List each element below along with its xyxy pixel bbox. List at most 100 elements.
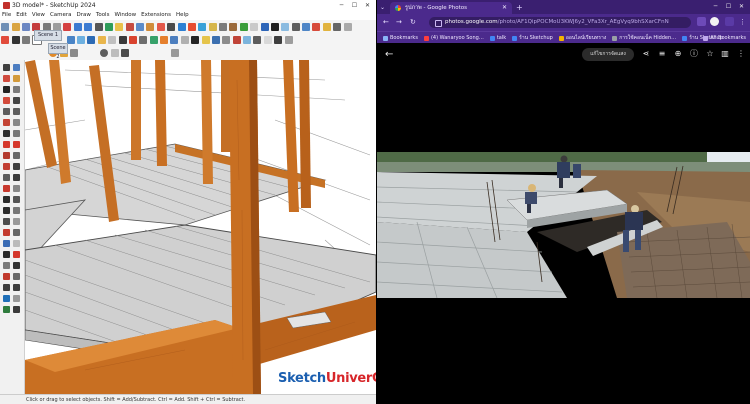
eraser-tool-icon[interactable]	[3, 75, 10, 82]
look-around-icon[interactable]	[243, 35, 252, 44]
axes-icon[interactable]	[260, 22, 269, 31]
label-icon[interactable]	[274, 35, 283, 44]
line-tool-icon[interactable]	[3, 86, 10, 93]
menu-extensions[interactable]: Extensions	[141, 11, 171, 20]
new-file-icon[interactable]	[1, 22, 10, 31]
xray-icon[interactable]	[108, 35, 117, 44]
3d-text-icon[interactable]	[13, 185, 20, 192]
move-icon[interactable]	[177, 22, 186, 31]
back-arrow-icon[interactable]: ←	[385, 49, 393, 61]
chrome-maximize-button[interactable]: ☐	[722, 0, 735, 14]
pan-tool-icon[interactable]	[13, 196, 20, 203]
shadow-icon[interactable]	[128, 35, 137, 44]
menu-draw[interactable]: Draw	[77, 11, 91, 20]
pie-icon[interactable]	[13, 119, 20, 126]
bookmark-item[interactable]: การใช้คอนเน็ค Hidden…	[612, 34, 676, 42]
extension-icon-1[interactable]	[697, 17, 706, 26]
tab-google-photos[interactable]: รูปภาพ - Google Photos ✕	[390, 2, 512, 14]
split-icon[interactable]	[13, 306, 20, 313]
menu-edit[interactable]: Edit	[16, 11, 27, 20]
polygon-tool-icon[interactable]	[121, 49, 130, 57]
scene-tab-1[interactable]: Scene 1	[34, 30, 62, 41]
materials-icon[interactable]	[201, 35, 210, 44]
lasso-icon[interactable]	[13, 64, 20, 71]
paint-bucket-icon[interactable]	[146, 22, 155, 31]
bookmark-item[interactable]: ร้าน Sketchup	[512, 34, 553, 42]
extensions-puzzle-icon[interactable]	[725, 17, 734, 26]
solid-tools-icon[interactable]	[160, 35, 169, 44]
menu-window[interactable]: Window	[114, 11, 136, 20]
more-options-icon[interactable]: ⋮	[737, 50, 745, 58]
flip-icon[interactable]	[3, 273, 10, 280]
grid-icon[interactable]	[69, 49, 78, 57]
favorite-icon[interactable]: ☆	[706, 50, 714, 58]
text-icon[interactable]	[250, 22, 259, 31]
rotated-rect-icon[interactable]	[13, 97, 20, 104]
chrome-menu-icon[interactable]: ⋮	[739, 18, 746, 27]
share-icon[interactable]: ⋖	[642, 50, 650, 58]
union-icon[interactable]	[3, 295, 10, 302]
follow-me-icon[interactable]	[208, 22, 217, 31]
scale-tool-icon[interactable]	[3, 152, 10, 159]
minimize-button[interactable]: ─	[335, 0, 348, 11]
select-icon[interactable]	[115, 22, 124, 31]
chrome-minimize-button[interactable]: ─	[709, 0, 722, 14]
iso-view-icon[interactable]	[87, 35, 96, 44]
tags-icon[interactable]	[180, 35, 189, 44]
protractor-icon[interactable]	[239, 22, 248, 31]
trim-icon[interactable]	[3, 306, 10, 313]
select-tool-icon[interactable]	[3, 64, 10, 71]
orbit-tool-icon[interactable]	[3, 196, 10, 203]
erase-icon[interactable]	[63, 22, 72, 31]
followme-tool-icon[interactable]	[13, 130, 20, 137]
delete-icon[interactable]: ▥	[721, 50, 729, 58]
add-detail-icon[interactable]	[13, 273, 20, 280]
walk-tool-icon[interactable]	[3, 240, 10, 247]
outer-shell-icon[interactable]	[3, 284, 10, 291]
zoom-in-icon[interactable]: ⊕	[674, 50, 682, 58]
position-cam-icon[interactable]	[3, 229, 10, 236]
menu-tools[interactable]: Tools	[96, 11, 110, 20]
style-icon[interactable]	[343, 22, 352, 31]
front-view-icon[interactable]	[77, 35, 86, 44]
stamp-icon[interactable]	[3, 262, 10, 269]
shaded-icon[interactable]	[97, 35, 106, 44]
modeling-viewport[interactable]: SketchUniverCity	[25, 60, 376, 394]
intersect-icon[interactable]	[13, 284, 20, 291]
pushpull-tool-icon[interactable]	[3, 130, 10, 137]
walk-icon[interactable]	[232, 35, 241, 44]
rect-tool-icon[interactable]	[3, 97, 10, 104]
edit-lighting-button[interactable]: แก้ไขการจัดแสง	[582, 48, 634, 61]
section-fill-icon[interactable]	[284, 35, 293, 44]
undo-icon[interactable]	[73, 22, 82, 31]
components-icon[interactable]	[136, 22, 145, 31]
section-tool-icon[interactable]	[13, 240, 20, 247]
zoom-window-icon[interactable]	[13, 207, 20, 214]
bookmark-item[interactable]: ออนไลน์เรียนทราง	[558, 34, 606, 42]
freehand-icon[interactable]	[13, 86, 20, 93]
all-bookmarks[interactable]: All Bookmarks	[703, 35, 746, 41]
section-plane-icon[interactable]	[21, 35, 30, 44]
circle-icon[interactable]	[3, 108, 10, 115]
rotate-tool-icon[interactable]	[13, 141, 20, 148]
info-icon[interactable]: ⓘ	[690, 50, 698, 58]
circle-tool-icon[interactable]	[100, 49, 109, 57]
print-icon[interactable]	[94, 22, 103, 31]
zoom-extents-icon[interactable]	[302, 22, 311, 31]
maximize-button[interactable]: ☐	[348, 0, 361, 11]
menu-file[interactable]: File	[2, 11, 11, 20]
tape-tool-icon[interactable]	[3, 163, 10, 170]
offset-tool-icon[interactable]	[13, 152, 20, 159]
camera-icon[interactable]	[222, 35, 231, 44]
scale-icon[interactable]	[198, 22, 207, 31]
profile-avatar-icon[interactable]	[710, 17, 719, 26]
fog-icon[interactable]	[139, 35, 148, 44]
tab-search-icon[interactable]: ⌄	[380, 2, 385, 13]
layout-icon[interactable]	[333, 22, 342, 31]
hidden-line-icon[interactable]	[118, 35, 127, 44]
paint-tool-icon[interactable]	[13, 75, 20, 82]
zoom-icon[interactable]	[291, 22, 300, 31]
sandbox-icon[interactable]	[149, 35, 158, 44]
pencil-icon[interactable]	[125, 22, 134, 31]
back-icon[interactable]: ←	[383, 18, 389, 27]
